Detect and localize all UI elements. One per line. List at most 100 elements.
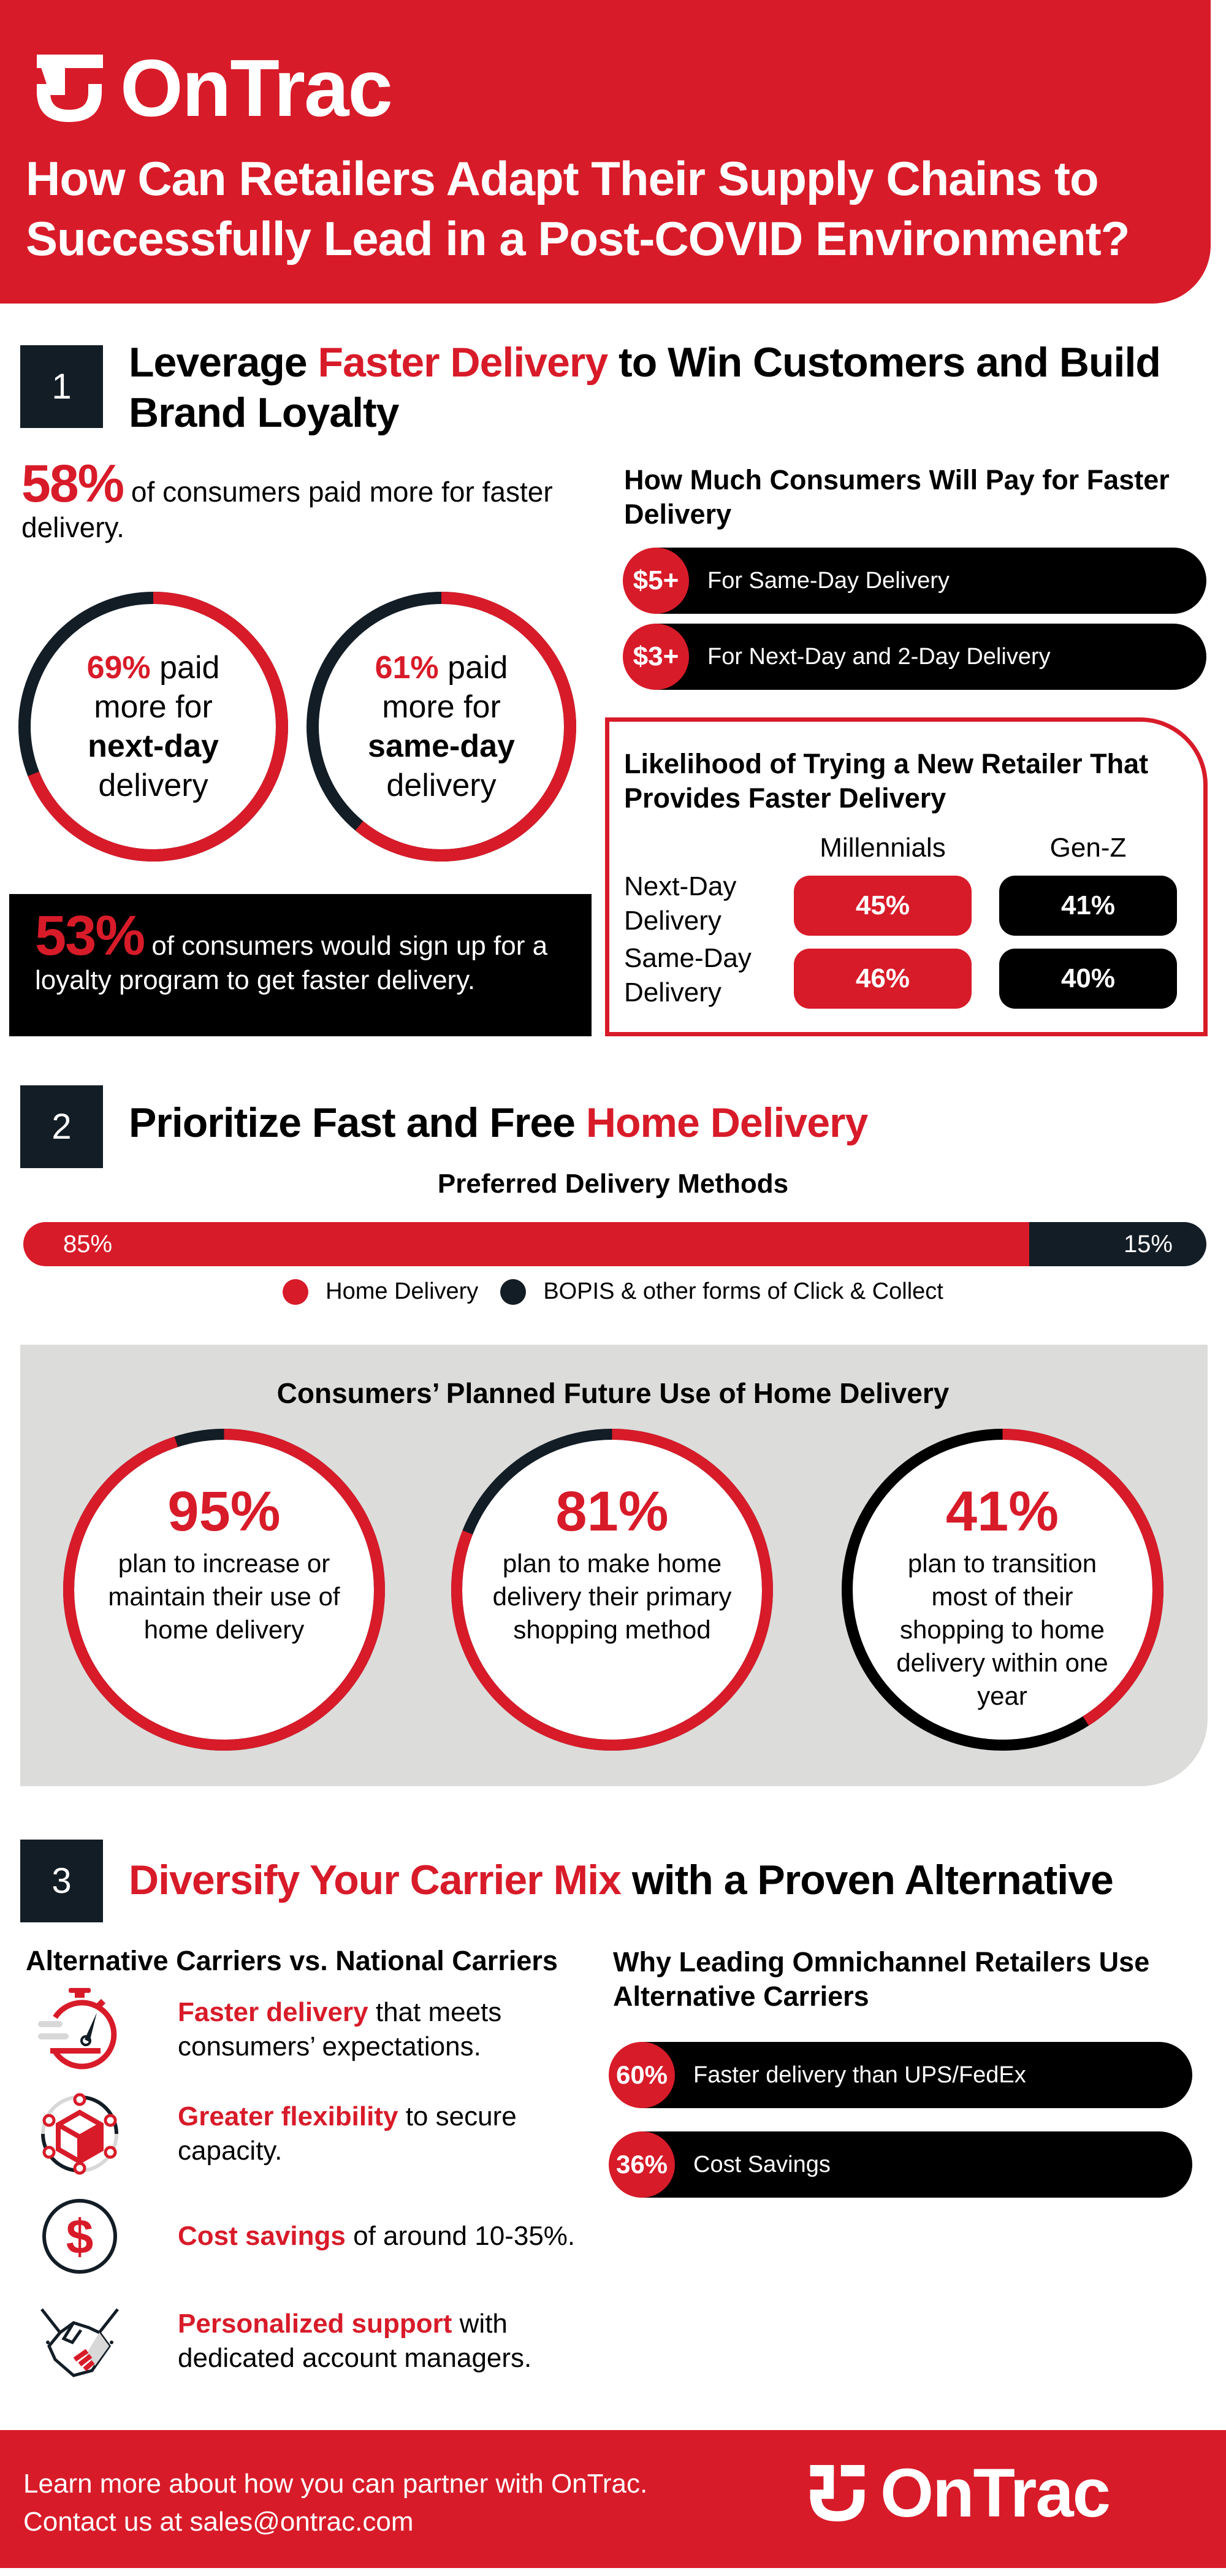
title-text: Leverage [129,339,318,386]
row-label-same-day: Same-Day Delivery [624,943,752,1007]
likelihood-title: Likelihood of Trying a New Retailer That… [624,748,1149,814]
why-label: Cost Savings [693,2151,831,2177]
section-number-badge: 2 [20,1085,103,1168]
cell-millennials-next-day: 45% [794,876,972,936]
ring-label-same-day: 61% paid more for same-day delivery [306,592,576,862]
legend-dot-red [283,1278,309,1305]
future-use-title: Consumers’ Planned Future Use of Home De… [276,1377,950,1409]
stopwatch-icon [37,1987,123,2073]
stat-value: 58% [21,454,124,513]
why-pill-faster: 60% Faster delivery than UPS/FedEx [609,2042,1192,2108]
ring-text: delivery [386,768,497,803]
network-box-icon [37,2091,123,2177]
why-pill-cost: 36% Cost Savings [609,2131,1192,2198]
ring-text: paid [438,650,508,686]
section-title: Prioritize Fast and Free Home Delivery [129,1098,1171,1148]
legend-label: BOPIS & other forms of Click & Collect [543,1278,943,1304]
ontrac-logo-footer[interactable]: OnTrac [809,2455,1111,2531]
footer-line: Learn more about how you can partner wit… [23,2469,648,2499]
title-highlight: Diversify Your Carrier Mix [129,1857,622,1903]
preferred-methods-title: Preferred Delivery Methods [437,1169,789,1199]
loyalty-stat-box: 53% of consumers would sign up for a loy… [9,894,592,1036]
footer-cta: Learn more about how you can partner wit… [23,2465,647,2541]
title-highlight: Home Delivery [585,1099,868,1146]
svg-text:$: $ [66,2209,94,2264]
ring-text: delivery [98,768,208,803]
benefit-faster-delivery: Faster delivery that meets consumers’ ex… [37,1987,588,2073]
stat-58-paid-more: 58% of consumers paid more for faster de… [21,457,573,545]
benefit-text: Greater flexibility to secure capacity. [178,2100,588,2168]
legend: Home Delivery BOPIS & other forms of Cli… [0,1278,1226,1305]
benefit-cost-savings: $ Cost savings of around 10-35%. [37,2193,588,2279]
title-text: with a Proven Alternative [620,1857,1114,1903]
pay-amount: $5+ [623,548,689,614]
why-label: Faster delivery than UPS/FedEx [693,2062,1026,2088]
row-label-next-day: Next-Day Delivery [624,871,737,936]
pay-amount: $3+ [623,624,689,690]
stat-value: 53% [35,904,145,967]
dollar-circle-icon: $ [37,2193,123,2279]
cell-millennials-same-day: 46% [794,949,972,1009]
page-title: How Can Retailers Adapt Their Supply Cha… [26,151,1130,266]
benefit-body: of around 10-35%. [345,2221,576,2251]
section-title: Leverage Faster Delivery to Win Customer… [129,337,1208,438]
contact-email-link[interactable]: Contact us at sales@ontrac.com [23,2503,647,2541]
ring-label-41: 41% plan to transition most of their sho… [883,1429,1122,1751]
bar-segment-home-delivery: 85% [23,1222,1029,1266]
preferred-methods-bar: 85% 15% [23,1222,1206,1266]
pay-more-title: How Much Consumers Will Pay for Faster D… [624,464,1170,530]
ontrac-logo-icon [810,2465,865,2521]
benefit-personalized-support: Personalized support with dedicated acco… [37,2298,588,2384]
title-text: Prioritize Fast and Free [129,1099,586,1146]
ring-value: 41% [945,1480,1059,1543]
benefit-text: Personalized support with dedicated acco… [178,2307,588,2375]
cell-genz-same-day: 40% [999,949,1177,1009]
pay-label: For Same-Day Delivery [707,567,950,594]
ring-text: plan to increase or maintain their use o… [108,1549,340,1644]
legend-dot-navy [500,1278,527,1305]
ring-text: plan to transition most of their shoppin… [896,1549,1108,1710]
benefit-highlight: Cost savings [178,2221,346,2251]
ring-text: plan to make home delivery their primary… [492,1549,732,1644]
benefit-text: Faster delivery that meets consumers’ ex… [178,1995,588,2064]
legend-label: Home Delivery [326,1278,479,1304]
ring-label-next-day: 69% paid more for next-day delivery [18,592,288,862]
ontrac-logo-icon [36,55,103,122]
column-header-millennials: Millennials [820,833,946,863]
benefit-highlight: Greater flexibility [178,2101,398,2131]
why-retailers-title: Why Leading Omnichannel Retailers Use Al… [613,1946,1150,2012]
logo-wordmark: OnTrac [880,2455,1111,2531]
pay-pill-next-day: $3+ For Next-Day and 2-Day Delivery [623,624,1206,690]
ring-value: 69% [86,650,151,686]
pay-label: For Next-Day and 2-Day Delivery [707,643,1051,670]
ring-text: next-day [88,728,219,764]
ring-value: 61% [375,650,439,686]
ring-text: more for [382,689,501,725]
section-number-badge: 1 [20,345,103,428]
benefit-text: Cost savings of around 10-35%. [178,2219,575,2253]
ring-label-95: 95% plan to increase or maintain their u… [94,1429,354,1751]
benefit-highlight: Personalized support [178,2309,452,2339]
cell-genz-next-day: 41% [999,876,1177,936]
why-value: 60% [609,2042,675,2108]
ring-text: paid [150,650,220,686]
ring-value: 81% [555,1480,669,1543]
handshake-icon [37,2298,123,2384]
ring-text: same-day [368,728,515,764]
why-value: 36% [609,2131,675,2198]
benefit-flexibility: Greater flexibility to secure capacity. [37,2091,588,2177]
logo-wordmark: OnTrac [120,43,393,133]
section-number-badge: 3 [20,1840,103,1922]
bar-segment-bopis: 15% [1029,1222,1206,1266]
ontrac-logo[interactable]: OnTrac [36,43,393,133]
ring-value: 95% [167,1480,281,1543]
column-header-gen-z: Gen-Z [1049,833,1127,863]
benefit-highlight: Faster delivery [178,1997,368,2027]
legend-item-home-delivery: Home Delivery [283,1278,478,1305]
pay-pill-same-day: $5+ For Same-Day Delivery [623,548,1206,614]
legend-item-bopis: BOPIS & other forms of Click & Collect [500,1278,943,1305]
alt-vs-national-title: Alternative Carriers vs. National Carrie… [26,1945,558,1976]
title-highlight: Faster Delivery [318,339,609,386]
section-title: Diversify Your Carrier Mix with a Proven… [129,1855,1208,1905]
ring-text: more for [94,689,213,725]
